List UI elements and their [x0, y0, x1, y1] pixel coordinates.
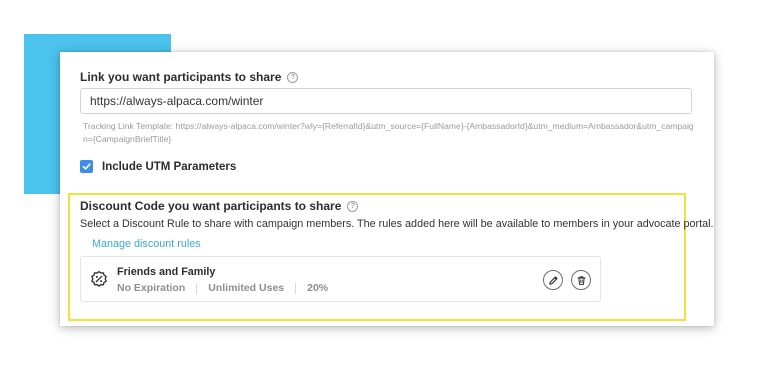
utm-parameters-row[interactable]: Include UTM Parameters — [80, 160, 236, 173]
discount-rule-card: Friends and Family No Expiration Unlimit… — [80, 256, 601, 302]
link-section-label: Link you want participants to share ? — [80, 70, 299, 84]
share-link-input[interactable] — [80, 88, 692, 114]
percent-badge-icon — [91, 270, 107, 287]
divider — [295, 282, 297, 294]
trash-icon — [577, 275, 585, 285]
discount-rule-meta: No Expiration Unlimited Uses 20% — [117, 282, 328, 294]
rule-uses: Unlimited Uses — [208, 282, 285, 294]
rule-expiration: No Expiration — [117, 282, 186, 294]
utm-checkbox[interactable] — [80, 160, 93, 173]
discount-section-label: Discount Code you want participants to s… — [80, 199, 359, 213]
discount-rule-name: Friends and Family — [117, 266, 216, 278]
rule-discount: 20% — [307, 282, 329, 294]
edit-icon — [548, 275, 558, 285]
delete-rule-button[interactable] — [571, 270, 591, 290]
help-icon[interactable]: ? — [347, 200, 359, 212]
manage-discount-rules-link[interactable]: Manage discount rules — [92, 238, 201, 250]
utm-checkbox-label: Include UTM Parameters — [102, 160, 237, 173]
tracking-link-template: Tracking Link Template: https://always-a… — [83, 121, 694, 144]
help-icon[interactable]: ? — [287, 71, 299, 83]
discount-description: Select a Discount Rule to share with cam… — [80, 218, 714, 230]
checkmark-icon — [82, 163, 91, 170]
divider — [196, 282, 198, 294]
edit-rule-button[interactable] — [543, 270, 563, 290]
